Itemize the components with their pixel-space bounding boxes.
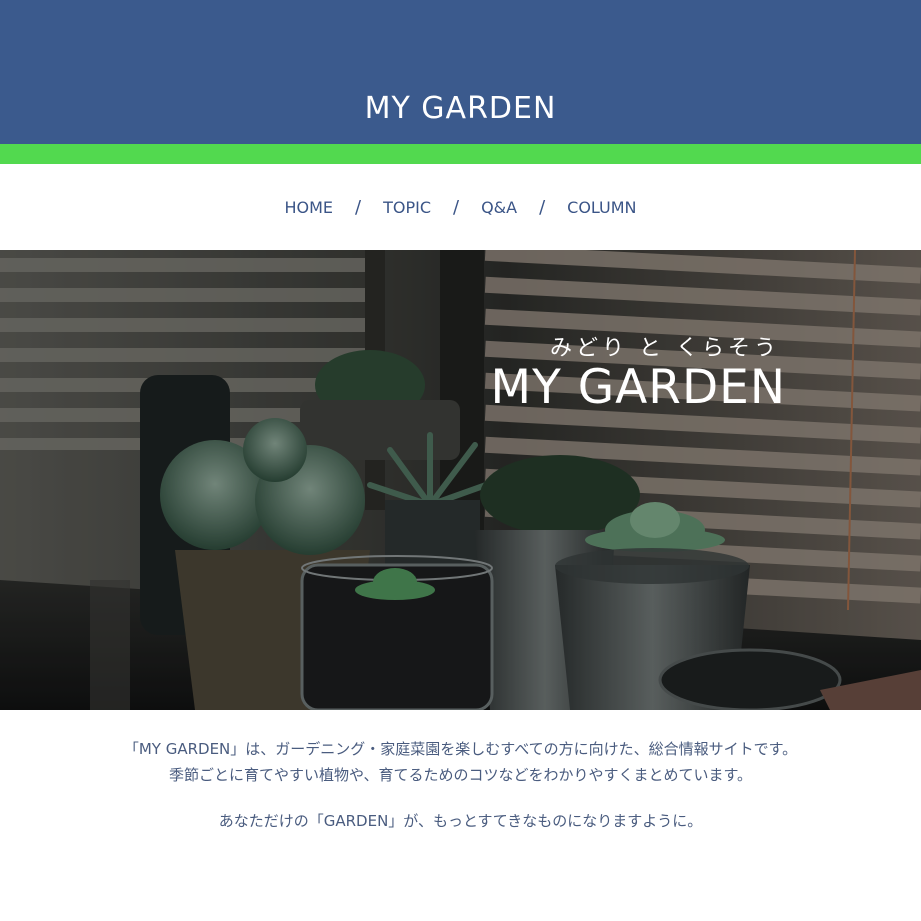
intro-text: 「MY GARDEN」は、ガーデニング・家庭菜園を楽しむすべての方に向けた、総合… bbox=[0, 736, 921, 834]
hero-subtitle: みどり と くらそう bbox=[550, 336, 780, 361]
intro-line-3: あなただけの「GARDEN」が、もっとすてきなものになりますように。 bbox=[218, 812, 703, 830]
nav-item-column[interactable]: COLUMN bbox=[567, 198, 636, 217]
site-header: MY GARDEN bbox=[0, 0, 921, 144]
hero-banner: みどり と くらそう MY GARDEN bbox=[0, 250, 921, 710]
nav-separator: / bbox=[355, 196, 362, 218]
hero-image bbox=[0, 250, 921, 710]
site-title[interactable]: MY GARDEN bbox=[365, 91, 557, 126]
main-nav: HOME / TOPIC / Q&A / COLUMN bbox=[0, 164, 921, 250]
hero-text: みどり と くらそう MY GARDEN bbox=[491, 330, 786, 414]
nav-separator: / bbox=[539, 196, 546, 218]
accent-bar bbox=[0, 144, 921, 164]
intro-line-2: 季節ごとに育てやすい植物や、育てるためのコツなどをわかりやすくまとめています。 bbox=[168, 766, 753, 784]
hero-title: MY GARDEN bbox=[490, 360, 786, 415]
nav-item-home[interactable]: HOME bbox=[284, 198, 333, 217]
nav-item-qa[interactable]: Q&A bbox=[481, 198, 517, 217]
nav-separator: / bbox=[452, 196, 460, 218]
nav-item-topic[interactable]: TOPIC bbox=[383, 198, 431, 217]
intro-line-1: 「MY GARDEN」は、ガーデニング・家庭菜園を楽しむすべての方に向けた、総合… bbox=[123, 740, 798, 758]
